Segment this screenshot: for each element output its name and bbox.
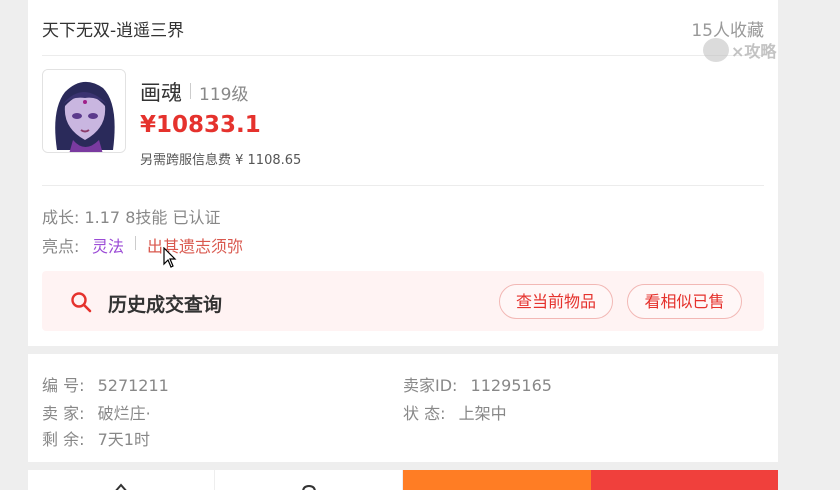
listing-id: 编 号: 5271211: [42, 372, 169, 396]
highlight-tag[interactable]: 灵法: [92, 233, 124, 257]
server-row: 天下无双-逍遥三界 15人收藏: [42, 0, 764, 56]
highlights-label: 亮点:: [42, 237, 80, 256]
listing-id-label: 编 号:: [42, 376, 85, 395]
status-label: 状 态:: [403, 404, 446, 423]
bottom-action-bar: [28, 470, 778, 490]
seller-value[interactable]: 破烂庄·: [98, 404, 151, 423]
seller-id-value: 11295165: [470, 376, 552, 395]
history-title: 历史成交查询: [108, 294, 223, 316]
watermark-text: ×攻略: [731, 42, 777, 61]
character-name: 画魂: [140, 81, 182, 105]
name-level-separator: [190, 83, 191, 99]
highlight-separator: [135, 236, 136, 250]
chat-icon: [299, 480, 319, 490]
server-name: 天下无双-逍遥三界: [42, 21, 185, 41]
detail-column: 天下无双-逍遥三界 15人收藏 画魂 119级 ¥10833.1 另需跨服信息费…: [28, 0, 778, 490]
trade-info-card: 编 号: 5271211 卖家ID: 11295165 卖 家: 破烂庄· 状 …: [28, 354, 778, 462]
seller: 卖 家: 破烂庄·: [42, 400, 151, 424]
home-tab[interactable]: [28, 470, 215, 490]
remaining-value: 7天1时: [97, 430, 150, 449]
check-current-items-button[interactable]: 查当前物品: [499, 284, 613, 319]
listing-card: 天下无双-逍遥三界 15人收藏 画魂 119级 ¥10833.1 另需跨服信息费…: [28, 0, 778, 346]
remaining-label: 剩 余:: [42, 430, 85, 449]
search-icon: [70, 291, 92, 313]
attributes-line: 成长: 1.17 8技能 已认证: [42, 208, 221, 227]
add-to-cart-button[interactable]: [403, 470, 591, 490]
remaining-time: 剩 余: 7天1时: [42, 426, 150, 450]
status-value: 上架中: [458, 404, 507, 423]
character-avatar[interactable]: [42, 69, 126, 153]
chat-tab[interactable]: [215, 470, 403, 490]
listing-id-value: 5271211: [97, 376, 169, 395]
cursor-icon: [163, 246, 177, 269]
buy-now-button[interactable]: [591, 470, 778, 490]
divider: [42, 185, 764, 186]
cross-server-fee: 另需跨服信息费 ¥ 1108.65: [140, 153, 302, 168]
watermark-logo-icon: [703, 38, 729, 62]
highlight-tag[interactable]: 出其遗志须弥: [147, 233, 243, 257]
character-level: 119级: [199, 85, 249, 105]
seller-id: 卖家ID: 11295165: [403, 372, 552, 396]
seller-id-label: 卖家ID:: [403, 376, 458, 395]
history-query-bar[interactable]: 历史成交查询 查当前物品 看相似已售: [42, 271, 764, 331]
watermark: ×攻略: [703, 36, 815, 62]
view-similar-sold-button[interactable]: 看相似已售: [627, 284, 742, 319]
status: 状 态: 上架中: [403, 400, 507, 424]
home-icon: [111, 480, 131, 490]
price: ¥10833.1: [140, 112, 261, 138]
seller-label: 卖 家:: [42, 404, 85, 423]
